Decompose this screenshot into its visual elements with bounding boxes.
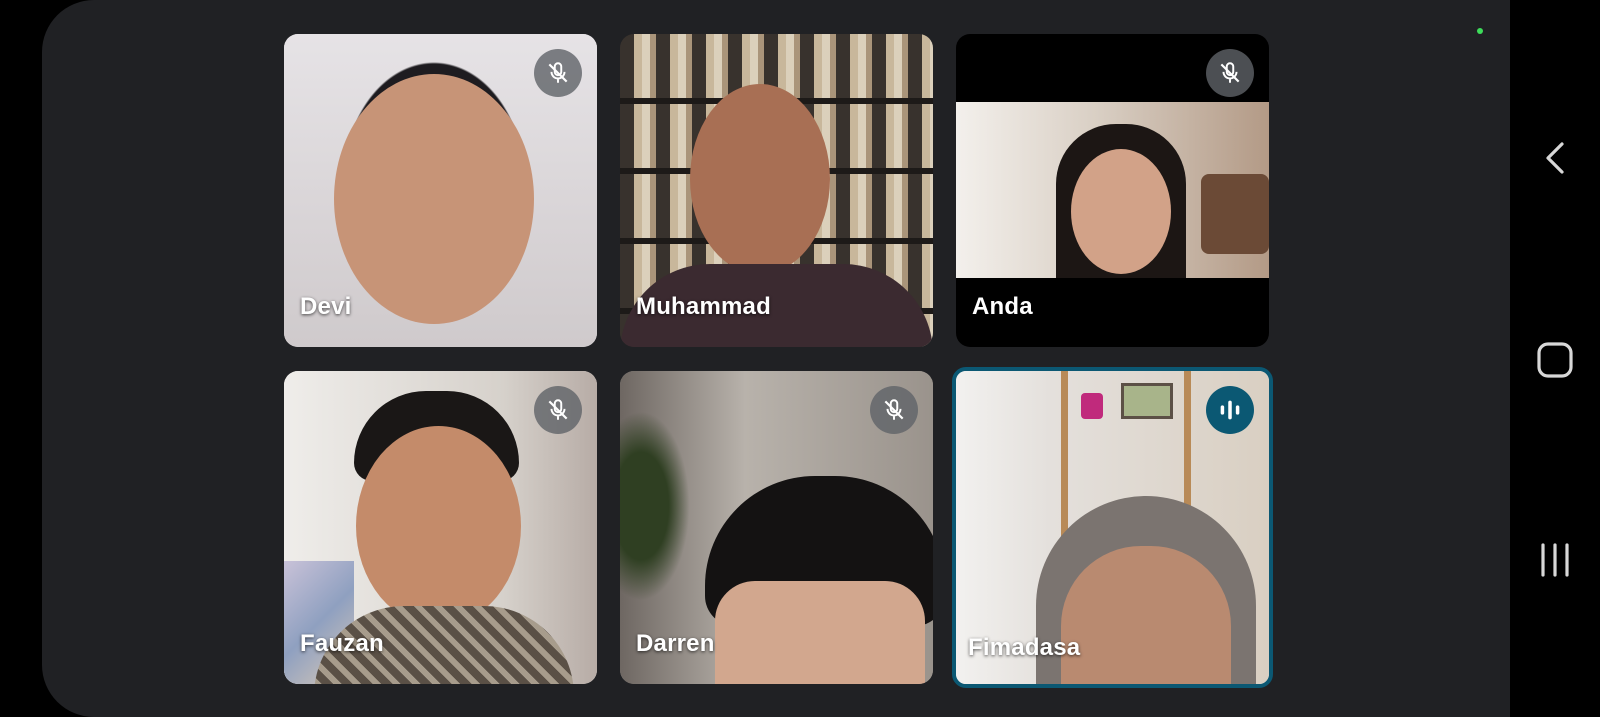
- nav-home-button[interactable]: [1510, 330, 1600, 390]
- camera-in-use-indicator: [1477, 28, 1483, 34]
- home-square-icon: [1537, 342, 1573, 378]
- android-navigation-bar: [1510, 0, 1600, 717]
- mic-off-icon: [1206, 49, 1254, 97]
- participant-name: Darren: [636, 630, 715, 657]
- participant-tile-fimadasa[interactable]: Fimadasa: [952, 367, 1273, 688]
- recents-bars-icon: [1541, 543, 1569, 577]
- face-shape: [334, 74, 534, 324]
- plant-shape: [620, 411, 690, 601]
- participant-name: Muhammad: [636, 293, 771, 320]
- participant-name: Fauzan: [300, 630, 384, 657]
- face-shape: [690, 84, 830, 274]
- participant-name: Devi: [300, 293, 352, 320]
- picture-frame-shape: [1121, 383, 1173, 419]
- audio-level-icon: [1206, 386, 1254, 434]
- mic-off-icon: [534, 386, 582, 434]
- participant-name: Anda: [972, 293, 1033, 320]
- sofa-shape: [1201, 174, 1269, 254]
- face-shape: [715, 581, 925, 684]
- face-shape: [356, 426, 521, 626]
- participant-tile-devi[interactable]: Devi: [284, 34, 597, 347]
- face-shape: [1071, 149, 1171, 274]
- nav-back-button[interactable]: [1510, 128, 1600, 188]
- participant-tile-fauzan[interactable]: Fauzan: [284, 371, 597, 684]
- participant-tile-darren[interactable]: Darren: [620, 371, 933, 684]
- plant-pot-shape: [1081, 393, 1103, 419]
- participant-tile-anda[interactable]: Anda: [956, 34, 1269, 347]
- nav-recents-button[interactable]: [1510, 530, 1600, 590]
- back-chevron-icon: [1546, 142, 1564, 174]
- mic-off-icon: [870, 386, 918, 434]
- mic-off-icon: [534, 49, 582, 97]
- participant-tile-muhammad[interactable]: Muhammad: [620, 34, 933, 347]
- participant-name: Fimadasa: [968, 634, 1081, 661]
- face-shape: [1061, 546, 1231, 684]
